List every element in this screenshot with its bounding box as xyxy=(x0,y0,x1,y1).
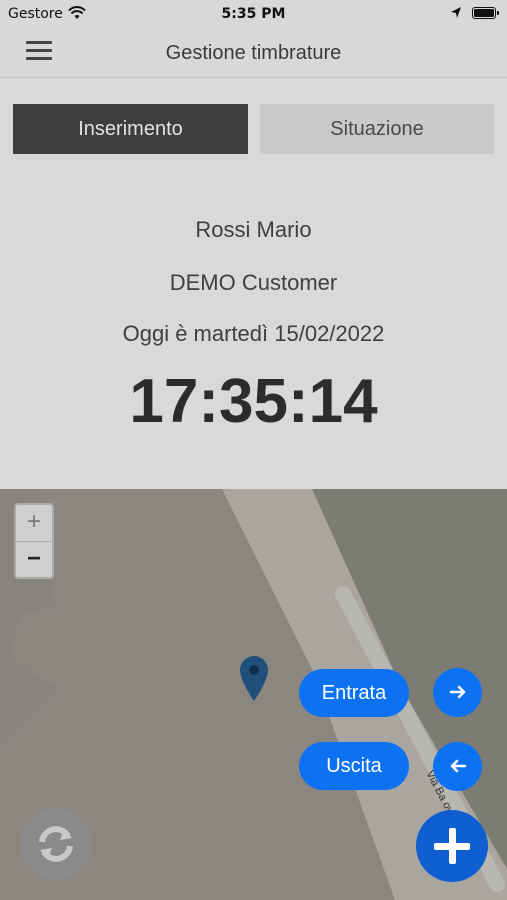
map-pin-icon xyxy=(240,656,268,701)
add-button[interactable] xyxy=(416,810,488,882)
refresh-icon xyxy=(39,826,73,862)
zoom-in-button[interactable]: + xyxy=(16,505,52,541)
refresh-button[interactable] xyxy=(20,808,92,880)
entrata-button[interactable]: Entrata xyxy=(299,669,409,717)
current-date: Oggi è martedì 15/02/2022 xyxy=(122,321,385,346)
zoom-controls: + − xyxy=(14,503,54,579)
uscita-button[interactable]: Uscita xyxy=(299,742,409,790)
battery-icon xyxy=(472,7,499,19)
location-arrow-icon xyxy=(450,6,462,24)
current-clock: 17:35:14 xyxy=(129,367,378,436)
employee-name: Rossi Mario xyxy=(195,217,312,242)
status-bar: Gestore 5:35 PM xyxy=(0,0,507,28)
tab-situazione[interactable]: Situazione xyxy=(260,104,494,154)
tab-inserimento[interactable]: Inserimento xyxy=(13,104,248,154)
navigation-bar: Gestione timbrature xyxy=(0,28,507,78)
arrow-left-icon[interactable] xyxy=(433,742,482,791)
page-title: Gestione timbrature xyxy=(165,42,342,64)
zoom-out-button[interactable]: − xyxy=(16,541,52,578)
arrow-right-icon[interactable] xyxy=(433,668,482,717)
plus-icon xyxy=(434,828,470,864)
status-time: 5:35 PM xyxy=(221,6,286,22)
customer-name: DEMO Customer xyxy=(169,270,338,295)
